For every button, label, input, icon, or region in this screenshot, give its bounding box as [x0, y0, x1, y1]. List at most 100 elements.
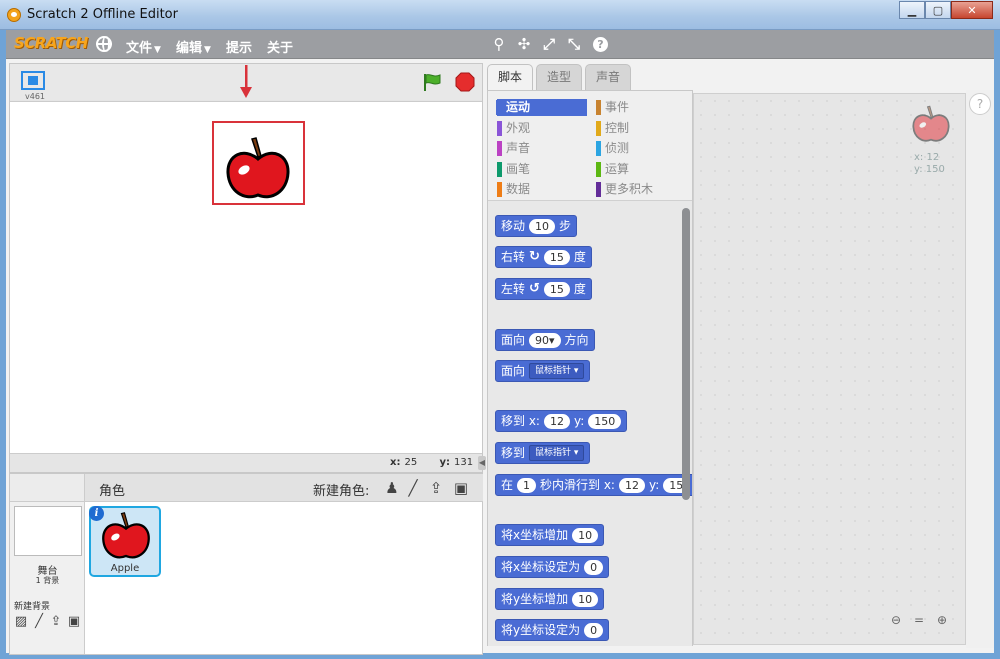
block-text: 左转 [501, 282, 526, 296]
help-icon[interactable]: ? [969, 93, 991, 115]
menu-about[interactable]: 关于 [267, 37, 293, 56]
palette-scrollbar[interactable] [682, 208, 690, 500]
category-operators[interactable]: 运算 [596, 161, 629, 178]
camera-icon[interactable]: ▣ [451, 478, 471, 498]
paint-sprite-icon[interactable]: ╱ [403, 478, 423, 498]
block-goto-xy[interactable]: 移到 x: 12 y: 150 [495, 410, 628, 432]
block-text: 将y坐标增加 [501, 592, 569, 606]
y-input[interactable]: 150 [588, 413, 622, 429]
category-events[interactable]: 事件 [596, 99, 629, 116]
tab-costumes[interactable]: 造型 [536, 64, 582, 90]
new-backdrop-label: 新建背景 [14, 602, 51, 612]
rotate-counterclockwise-icon: ↺ [529, 281, 540, 296]
block-text: 将x坐标设定为 [501, 560, 581, 574]
category-pen[interactable]: 画笔 [497, 161, 530, 178]
stage-selector[interactable]: 舞台 1 背景 新建背景 ▨ ╱ ⇪ ▣ [10, 502, 85, 654]
shrink-icon[interactable]: ⤡ [566, 36, 582, 52]
sprites-label: 角色 [99, 484, 126, 499]
block-move-steps[interactable]: 移动 10 步 [495, 215, 578, 237]
tab-scripts[interactable]: 脚本 [487, 64, 533, 92]
maximize-button[interactable]: ▢ [925, 1, 951, 19]
block-text: 度 [573, 282, 586, 296]
block-palette: 运动 外观 声音 画笔 数据 事件 控制 侦测 运算 更多积木 移动 10 步 右转… [487, 90, 693, 646]
block-text: 秒内滑行到 x: [540, 478, 615, 492]
category-more-blocks[interactable]: 更多积木 [596, 181, 653, 198]
block-set-y[interactable]: 将y坐标设定为 0 [495, 619, 610, 641]
window-title: Scratch 2 Offline Editor [27, 7, 178, 22]
globe-icon[interactable] [96, 36, 112, 52]
duplicate-icon[interactable]: ⚲ [491, 36, 507, 52]
stage-thumbnail[interactable] [14, 506, 82, 556]
mouse-coordinates: x: 25 y: 131 [390, 457, 473, 468]
x-input[interactable]: 12 [618, 477, 645, 493]
zoom-out-icon[interactable]: ⊖ [887, 611, 905, 629]
category-control[interactable]: 控制 [596, 120, 629, 137]
block-number-input[interactable]: 10 [572, 527, 599, 543]
block-turn-left[interactable]: 左转 ↺ 15 度 [495, 278, 592, 300]
block-number-input[interactable]: 10 [572, 591, 599, 607]
scratch-logo[interactable]: SCRATCH [14, 34, 88, 52]
block-text: 在 [501, 478, 514, 492]
block-goto[interactable]: 移到 鼠标指针 ▾ [495, 442, 591, 464]
block-text: y: [648, 478, 660, 492]
delete-icon[interactable]: ✣ [516, 36, 532, 52]
block-point-towards[interactable]: 面向 鼠标指针 ▾ [495, 360, 591, 382]
menu-bar: SCRATCH 文件 ▼ 编辑 ▼ 提示 关于 ⚲ ✣ ⤢ ⤡ ? [6, 30, 994, 59]
collapse-stage-arrow[interactable]: ◀ [478, 456, 486, 470]
block-number-input[interactable]: 0 [584, 622, 604, 638]
block-text: 将x坐标增加 [501, 528, 569, 542]
backdrop-camera-icon[interactable]: ▣ [66, 614, 82, 630]
seconds-input[interactable]: 1 [517, 477, 537, 493]
block-change-x[interactable]: 将x坐标增加 10 [495, 524, 605, 546]
close-button[interactable]: ✕ [951, 1, 993, 19]
choose-sprite-library-icon[interactable]: ♟ [382, 478, 402, 498]
apple-thumbnail-image [102, 512, 150, 559]
paint-backdrop-icon[interactable]: ╱ [31, 614, 47, 630]
fullscreen-icon[interactable] [21, 71, 45, 90]
block-set-x[interactable]: 将x坐标设定为 0 [495, 556, 610, 578]
help-icon[interactable]: ? [593, 37, 608, 52]
menu-tips[interactable]: 提示 [226, 37, 252, 56]
block-turn-right[interactable]: 右转 ↻ 15 度 [495, 246, 592, 268]
block-number-input[interactable]: 0 [584, 559, 604, 575]
direction-dropdown[interactable]: 90▾ [529, 332, 561, 348]
sprite-thumbnail-apple[interactable]: i Apple [89, 506, 161, 577]
block-glide[interactable]: 在 1 秒内滑行到 x: 12 y: 15 [495, 474, 692, 496]
block-text: 移动 [501, 219, 526, 233]
block-number-input[interactable]: 10 [529, 218, 556, 234]
motion-blocks: 移动 10 步 右转 ↻ 15 度 左转 ↺ 15 度 面向 90▾ 方向 面向 鼠标指针 ▾ 移到 … [488, 202, 692, 646]
target-dropdown[interactable]: 鼠标指针 ▾ [529, 363, 585, 379]
menu-file[interactable]: 文件 ▼ [126, 37, 161, 56]
menu-edit[interactable]: 编辑 ▼ [176, 37, 211, 56]
stage-canvas[interactable] [10, 65, 482, 454]
apple-sprite[interactable] [224, 137, 292, 203]
upload-backdrop-icon[interactable]: ⇪ [48, 614, 64, 630]
tab-sounds[interactable]: 声音 [585, 64, 631, 90]
category-looks[interactable]: 外观 [497, 120, 530, 137]
minimize-button[interactable]: ▁ [899, 1, 925, 19]
rotate-clockwise-icon: ↻ [529, 249, 540, 264]
zoom-reset-icon[interactable]: = [910, 611, 928, 629]
backdrop-library-icon[interactable]: ▨ [13, 614, 29, 630]
target-dropdown[interactable]: 鼠标指针 ▾ [529, 445, 585, 461]
category-sensing[interactable]: 侦测 [596, 140, 629, 157]
block-number-input[interactable]: 15 [543, 281, 570, 297]
green-flag-icon[interactable] [422, 72, 442, 92]
upload-sprite-icon[interactable]: ⇪ [426, 478, 446, 498]
zoom-in-icon[interactable]: ⊕ [933, 611, 951, 629]
block-change-y[interactable]: 将y坐标增加 10 [495, 588, 605, 610]
chevron-down-icon: ▼ [154, 45, 161, 55]
scripts-area[interactable]: x: 12 y: 150 ⊖ = ⊕ [693, 93, 966, 645]
stop-icon[interactable] [455, 72, 475, 92]
category-sound[interactable]: 声音 [497, 140, 530, 157]
menu-file-label: 文件 [126, 41, 153, 56]
category-motion[interactable]: 运动 [496, 99, 587, 116]
window-titlebar: Scratch 2 Offline Editor ▁ ▢ ✕ [0, 0, 1000, 30]
grow-icon[interactable]: ⤢ [541, 36, 557, 52]
x-input[interactable]: 12 [543, 413, 570, 429]
block-number-input[interactable]: 15 [543, 249, 570, 265]
block-point-direction[interactable]: 面向 90▾ 方向 [495, 329, 595, 351]
sprite-pane: 角色 新建角色: ♟ ╱ ⇪ ▣ 舞台 1 背景 新建背景 ▨ ╱ ⇪ ▣ i … [9, 473, 483, 655]
block-text: 方向 [564, 333, 589, 347]
category-data[interactable]: 数据 [497, 181, 530, 198]
